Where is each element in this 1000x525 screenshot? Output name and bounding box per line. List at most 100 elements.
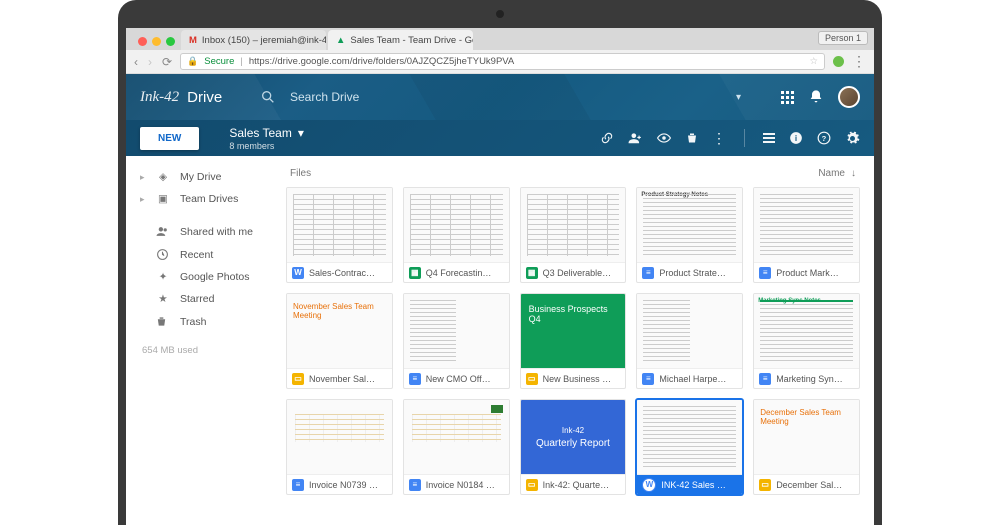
more-icon[interactable]: ⋮ — [712, 130, 726, 147]
search-icon[interactable] — [260, 89, 276, 105]
file-thumbnail — [521, 188, 626, 262]
sidebar-item-team-drives[interactable]: ▸ ▣ Team Drives — [126, 188, 276, 210]
profile-chip[interactable]: Person 1 — [818, 31, 868, 45]
file-card[interactable]: ≡Invoice N0739 … — [286, 399, 393, 495]
sidebar-item-label: Team Drives — [180, 193, 238, 205]
sidebar: ▸ ◈ My Drive ▸ ▣ Team Drives Shared with… — [126, 156, 276, 525]
file-card-footer: ≡Invoice N0184 … — [404, 474, 509, 494]
drive-header: Ink-42 Drive Search Drive ▾ — [126, 74, 874, 120]
file-thumbnail: Marketing Sync Notes — [754, 294, 859, 368]
file-card-footer: ▭December Sal… — [754, 474, 859, 494]
file-card[interactable]: ▦Q4 Forecastin… — [403, 187, 510, 283]
sidebar-item-recent[interactable]: Recent — [126, 243, 276, 266]
tab-label: Sales Team - Team Drive - Go… — [350, 35, 473, 46]
file-card[interactable]: ≡Product Mark… — [753, 187, 860, 283]
list-view-icon[interactable] — [763, 133, 775, 143]
file-card[interactable]: Marketing Sync Notes≡Marketing Syn… — [753, 293, 860, 389]
help-icon[interactable]: ? — [817, 131, 831, 145]
sidebar-item-shared[interactable]: Shared with me — [126, 220, 276, 243]
brand[interactable]: Ink-42 Drive — [140, 89, 260, 106]
file-card-footer: ▭Ink-42: Quarte… — [521, 474, 626, 494]
sort-control[interactable]: Name ↓ — [818, 168, 856, 179]
browser-menu-icon[interactable]: ⋮ — [852, 53, 866, 70]
file-thumbnail — [637, 294, 742, 368]
drive-icon: ▲ — [336, 35, 345, 46]
file-name: New Business … — [543, 374, 621, 384]
file-card[interactable]: Business Prospects Q4▭New Business … — [520, 293, 627, 389]
file-name: Q3 Deliverable… — [543, 268, 621, 278]
sidebar-item-label: Google Photos — [180, 271, 249, 283]
file-card[interactable]: November Sales Team Meeting▭November Sal… — [286, 293, 393, 389]
file-name: INK-42 Sales … — [661, 480, 737, 490]
browser-tab-inbox[interactable]: M Inbox (150) – jeremiah@ink-4… × — [181, 30, 326, 50]
apps-grid-icon[interactable] — [781, 91, 794, 104]
search-options-icon[interactable]: ▾ — [736, 92, 741, 103]
sort-label: Name — [818, 168, 845, 179]
browser-tab-drive[interactable]: ▲ Sales Team - Team Drive - Go… × — [328, 30, 473, 50]
file-card[interactable]: ▦Q3 Deliverable… — [520, 187, 627, 283]
link-icon[interactable] — [600, 131, 614, 145]
file-card[interactable]: WSales-Contrac… — [286, 187, 393, 283]
maximize-window-icon[interactable] — [166, 37, 175, 46]
file-name: November Sal… — [309, 374, 387, 384]
file-name: Sales-Contrac… — [309, 268, 387, 278]
file-card[interactable]: December Sales Team Meeting▭December Sal… — [753, 399, 860, 495]
add-person-icon[interactable] — [628, 131, 642, 145]
sidebar-item-photos[interactable]: ✦ Google Photos — [126, 266, 276, 288]
file-name: Invoice N0739 … — [309, 480, 387, 490]
file-type-icon: ≡ — [642, 267, 654, 279]
file-card-footer: ≡Product Mark… — [754, 262, 859, 282]
file-card-footer: ▭November Sal… — [287, 368, 392, 388]
file-card[interactable]: Product Strategy Notes≡Product Strate… — [636, 187, 743, 283]
sidebar-item-label: Trash — [180, 316, 206, 328]
file-type-icon: ≡ — [409, 479, 421, 491]
file-grid: WSales-Contrac…▦Q4 Forecastin…▦Q3 Delive… — [286, 187, 860, 495]
drive-icon: ◈ — [156, 171, 170, 183]
file-thumbnail — [637, 400, 742, 474]
minimize-window-icon[interactable] — [152, 37, 161, 46]
trash-icon[interactable] — [686, 131, 698, 145]
settings-gear-icon[interactable] — [845, 131, 860, 146]
back-icon[interactable]: ‹ — [134, 55, 138, 69]
file-card[interactable]: ≡New CMO Off… — [403, 293, 510, 389]
chevron-right-icon: ▸ — [140, 194, 146, 205]
url-text: https://drive.google.com/drive/folders/0… — [249, 56, 514, 67]
bookmark-star-icon[interactable]: ☆ — [809, 56, 818, 67]
search-input[interactable]: Search Drive — [290, 90, 359, 104]
details-icon[interactable]: i — [789, 131, 803, 145]
account-avatar[interactable] — [838, 86, 860, 108]
list-header: Files Name ↓ — [286, 166, 860, 187]
sidebar-item-starred[interactable]: ★ Starred — [126, 288, 276, 310]
close-window-icon[interactable] — [138, 37, 147, 46]
file-name: December Sal… — [776, 480, 854, 490]
preview-icon[interactable] — [656, 131, 672, 145]
file-card[interactable]: WINK-42 Sales … — [636, 399, 743, 495]
file-thumbnail — [404, 294, 509, 368]
team-info[interactable]: Sales Team▾ 8 members — [229, 126, 304, 151]
sidebar-item-trash[interactable]: Trash — [126, 310, 276, 333]
chevron-right-icon: ▸ — [140, 172, 146, 183]
trash-icon — [156, 315, 170, 328]
file-type-icon: ▭ — [526, 479, 538, 491]
file-card[interactable]: ≡Michael Harpe… — [636, 293, 743, 389]
notifications-icon[interactable] — [808, 89, 824, 105]
svg-text:i: i — [795, 134, 797, 143]
file-type-icon: ≡ — [642, 373, 654, 385]
file-name: Q4 Forecastin… — [426, 268, 504, 278]
reload-icon[interactable]: ⟳ — [162, 55, 172, 69]
sidebar-item-my-drive[interactable]: ▸ ◈ My Drive — [126, 166, 276, 188]
clock-icon — [156, 248, 170, 261]
file-card[interactable]: Ink-42Quarterly Report▭Ink-42: Quarte… — [520, 399, 627, 495]
file-thumbnail: November Sales Team Meeting — [287, 294, 392, 368]
laptop-frame: M Inbox (150) – jeremiah@ink-4… × ▲ Sale… — [118, 0, 882, 525]
extension-icon[interactable] — [833, 56, 844, 67]
file-name: Marketing Syn… — [776, 374, 854, 384]
file-card[interactable]: ≡Invoice N0184 … — [403, 399, 510, 495]
url-input[interactable]: 🔒 Secure | https://drive.google.com/driv… — [180, 53, 825, 70]
forward-icon[interactable]: › — [148, 55, 152, 69]
file-thumbnail — [404, 188, 509, 262]
new-button[interactable]: NEW — [140, 127, 199, 150]
file-type-icon: ≡ — [759, 267, 771, 279]
file-thumbnail: December Sales Team Meeting — [754, 400, 859, 474]
arrow-down-icon: ↓ — [851, 168, 856, 179]
